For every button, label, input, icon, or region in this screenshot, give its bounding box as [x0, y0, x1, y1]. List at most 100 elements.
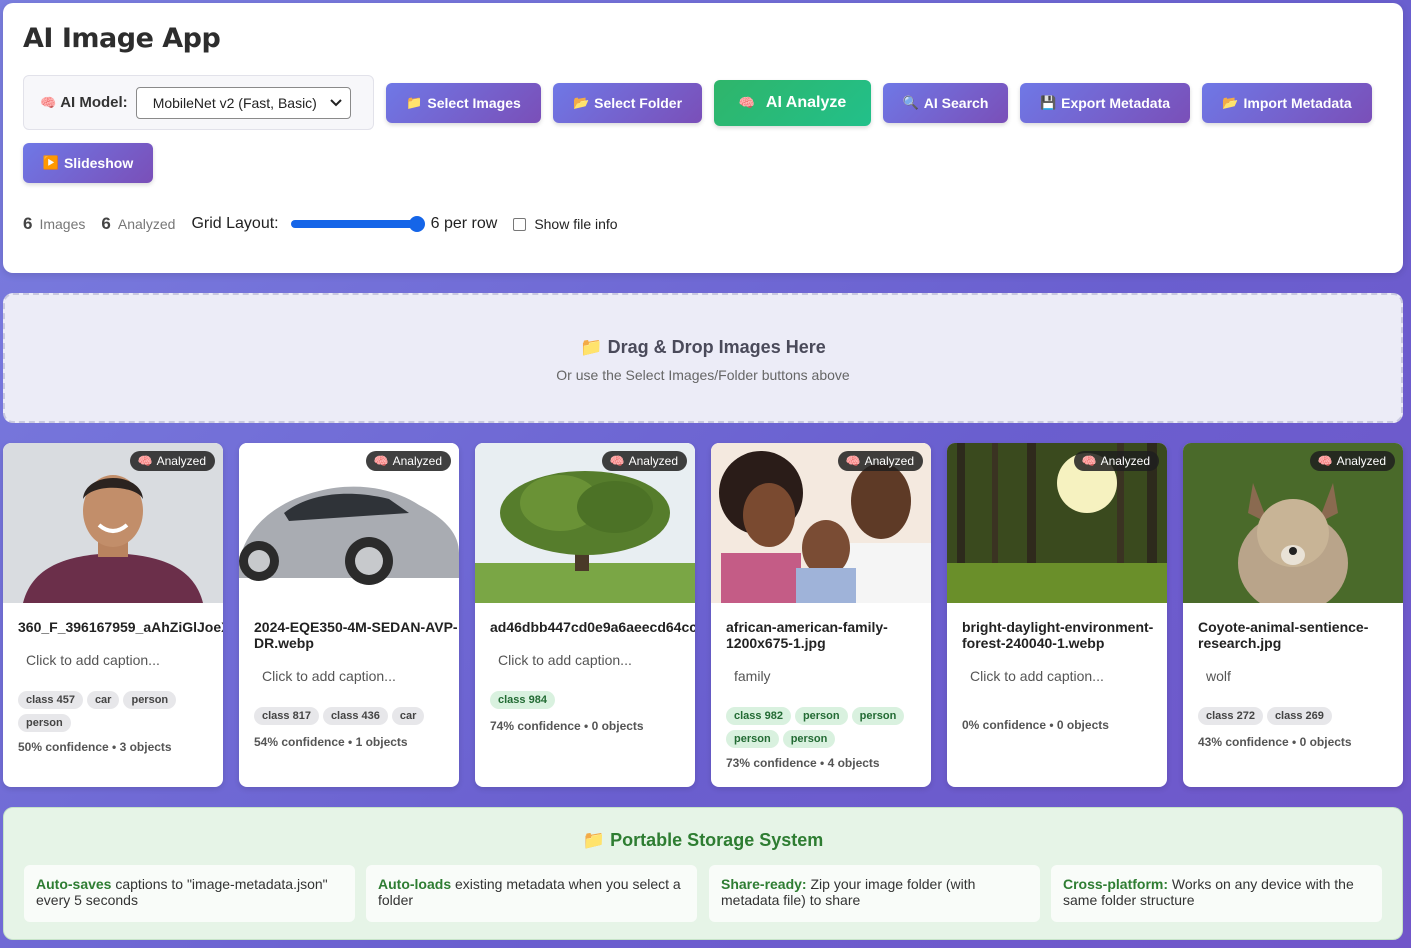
floppy-disk-icon: 💾: [1039, 95, 1057, 110]
tag: person: [782, 730, 836, 748]
storage-item: Auto-saves captions to "image-metadata.j…: [24, 865, 355, 922]
analyzed-badge: 🧠 Analyzed: [129, 451, 215, 471]
caption-field[interactable]: Click to add caption...: [26, 652, 160, 668]
brain-icon: 🧠: [373, 454, 389, 468]
tag-list: class 984: [490, 691, 690, 709]
tag: person: [851, 707, 905, 725]
open-folder-icon: 📂: [572, 95, 590, 110]
card-meta: 74% confidence • 0 objects: [490, 719, 644, 733]
model-select[interactable]: MobileNet v2 (Fast, Basic): [135, 86, 351, 119]
analyzed-badge: 🧠 Analyzed: [1073, 451, 1159, 471]
brain-icon: 🧠: [845, 454, 861, 468]
analyzed-badge: 🧠 Analyzed: [837, 451, 923, 471]
image-thumbnail[interactable]: 🧠 Analyzed: [239, 443, 459, 603]
ai-analyze-button[interactable]: 🧠 AI Analyze: [714, 80, 871, 126]
drop-zone[interactable]: 📁 Drag & Drop Images Here Or use the Sel…: [3, 293, 1403, 423]
caption-field[interactable]: family: [734, 668, 771, 684]
tag-list: class 982 person person person person: [726, 707, 926, 748]
image-thumbnail[interactable]: 🧠 Analyzed: [947, 443, 1167, 603]
brain-icon: 🧠: [609, 454, 625, 468]
tag: car: [86, 691, 120, 709]
brain-icon: 🧠: [1081, 454, 1097, 468]
image-card[interactable]: 🧠 Analyzed african-american-family-1200x6…: [711, 443, 931, 787]
image-thumbnail[interactable]: 🧠 Analyzed: [3, 443, 223, 603]
slider-thumb[interactable]: [408, 216, 425, 232]
show-file-info-checkbox[interactable]: [513, 217, 527, 231]
image-card[interactable]: 🧠 Analyzed bright-daylight-environment-fo…: [947, 443, 1167, 787]
play-icon: ▶️: [42, 155, 59, 170]
model-label: 🧠 AI Model:: [40, 94, 128, 111]
tag-list: class 457 car person person: [18, 691, 218, 732]
tag: person: [726, 730, 779, 748]
app-header: AI Image App 🧠 AI Model: MobileNet v2 (F…: [3, 3, 1403, 273]
storage-item: Cross-platform: Works on any device with…: [1051, 865, 1382, 922]
slideshow-button[interactable]: ▶️ Slideshow: [23, 143, 153, 183]
tag-list: class 272 class 269: [1198, 707, 1398, 725]
file-name: bright-daylight-environment-forest-24004…: [962, 619, 1154, 651]
export-metadata-button[interactable]: 💾 Export Metadata: [1020, 83, 1190, 123]
card-meta: 50% confidence • 3 objects: [18, 740, 172, 754]
analyzed-badge: 🧠 Analyzed: [365, 451, 451, 471]
grid-value-text: 6 per row: [430, 215, 498, 232]
import-metadata-button[interactable]: 📂 Import Metadata: [1202, 83, 1372, 123]
image-card[interactable]: 🧠 Analyzed Coyote-animal-sentience-resear…: [1183, 443, 1403, 787]
tag: class 269: [1266, 707, 1332, 725]
tag: class 436: [322, 707, 388, 725]
tag: person: [794, 707, 848, 725]
storage-info-panel: 📁 Portable Storage System Auto-saves cap…: [3, 807, 1403, 940]
grid-layout-slider[interactable]: [290, 216, 425, 232]
tag: person: [18, 714, 71, 732]
image-thumbnail[interactable]: 🧠 Analyzed: [1183, 443, 1403, 603]
brain-icon: 🧠: [1317, 454, 1333, 468]
tag: person: [123, 691, 177, 709]
select-folder-button[interactable]: 📂 Select Folder: [553, 83, 702, 123]
chevron-down-icon: [329, 98, 342, 106]
app-title: AI Image App: [23, 23, 221, 54]
caption-field[interactable]: wolf: [1206, 668, 1231, 684]
tag: class 984: [490, 691, 555, 709]
dropzone-subtitle: Or use the Select Images/Folder buttons …: [556, 367, 850, 383]
image-card[interactable]: 🧠 Analyzed 2024-EQE350-4M-SEDAN-AVP-DR.we…: [239, 443, 459, 787]
brain-icon: 🧠: [137, 454, 153, 468]
image-thumbnail[interactable]: 🧠 Analyzed: [711, 443, 931, 603]
caption-field[interactable]: Click to add caption...: [970, 668, 1104, 684]
storage-item: Share-ready: Zip your image folder (with…: [709, 865, 1040, 922]
caption-field[interactable]: Click to add caption...: [262, 668, 396, 684]
analyzed-label: Analyzed: [117, 216, 176, 232]
image-card[interactable]: 🧠 Analyzed ad46dbb447cd0e9a6aeecd64cc7 Cl…: [475, 443, 695, 787]
stats-bar: 6 Images 6 Analyzed Grid Layout: 6 per r…: [23, 213, 618, 235]
storage-item: Auto-loads existing metadata when you se…: [366, 865, 697, 922]
tag: car: [391, 707, 425, 725]
analyzed-badge: 🧠 Analyzed: [1309, 451, 1395, 471]
images-label: Images: [39, 216, 86, 232]
file-name: 360_F_396167959_aAhZiGlJoeX: [18, 619, 223, 635]
card-meta: 43% confidence • 0 objects: [1198, 735, 1352, 749]
images-count: 6: [23, 214, 33, 233]
grid-layout-label: Grid Layout:: [191, 215, 279, 232]
card-meta: 73% confidence • 4 objects: [726, 756, 880, 770]
brain-icon: 🧠: [738, 95, 755, 110]
file-name: ad46dbb447cd0e9a6aeecd64cc7: [490, 619, 695, 635]
brain-icon: 🧠: [40, 94, 57, 110]
open-folder-icon: 📂: [1222, 95, 1239, 110]
model-selector-box: 🧠 AI Model: MobileNet v2 (Fast, Basic): [23, 75, 374, 130]
show-file-info-label: Show file info: [534, 216, 618, 232]
search-icon: 🔍: [902, 95, 919, 110]
select-images-button[interactable]: 📁 Select Images: [386, 83, 541, 123]
tag-list: class 817 class 436 car: [254, 707, 454, 725]
caption-field[interactable]: Click to add caption...: [498, 652, 632, 668]
file-name: 2024-EQE350-4M-SEDAN-AVP-DR.webp: [254, 619, 458, 651]
dropzone-title: 📁 Drag & Drop Images Here: [580, 337, 826, 357]
folder-icon: 📁: [406, 95, 423, 110]
tag: class 982: [726, 707, 791, 725]
image-thumbnail[interactable]: 🧠 Analyzed: [475, 443, 695, 603]
tag: class 272: [1198, 707, 1263, 725]
file-name: Coyote-animal-sentience-research.jpg: [1198, 619, 1369, 651]
ai-search-button[interactable]: 🔍 AI Search: [883, 83, 1008, 123]
file-name: african-american-family-1200x675-1.jpg: [726, 619, 888, 651]
storage-title: 📁 Portable Storage System: [582, 830, 824, 850]
card-meta: 0% confidence • 0 objects: [962, 718, 1109, 732]
tag: class 457: [18, 691, 83, 709]
image-card[interactable]: 🧠 Analyzed 360_F_396167959_aAhZiGlJoeX Cl…: [3, 443, 223, 787]
card-meta: 54% confidence • 1 objects: [254, 735, 408, 749]
